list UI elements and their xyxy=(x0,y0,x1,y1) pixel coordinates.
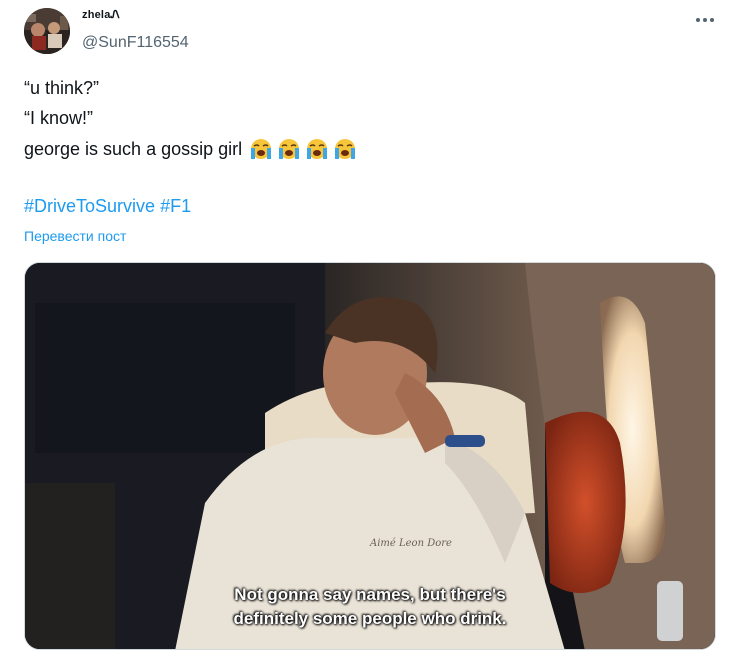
hashtag-link[interactable]: #DriveToSurvive xyxy=(24,196,155,216)
more-dot-icon xyxy=(710,18,714,22)
loudly-crying-face-icon xyxy=(251,139,272,159)
translate-post-link[interactable]: Перевести пост xyxy=(24,228,126,244)
shirt-logo: Aimé Leon Dore xyxy=(369,538,452,549)
tweet-text: george is such a gossip girl xyxy=(24,138,243,159)
emoji-row xyxy=(248,138,358,160)
video-media[interactable]: Aimé Leon Dore Not gonna say names, but … xyxy=(24,262,716,650)
avatar[interactable] xyxy=(24,8,70,54)
hashtag-link[interactable]: #F1 xyxy=(160,196,191,216)
loudly-crying-face-icon xyxy=(307,139,328,159)
loudly-crying-face-icon xyxy=(279,139,300,159)
more-dot-icon xyxy=(696,18,700,22)
tweet-text-line: “u think?” xyxy=(24,78,100,98)
tweet-text-line: george is such a gossip girl xyxy=(24,138,358,160)
tweet-card: zhelaᏁ @SunF116554 “u think?” “I know!” … xyxy=(0,0,730,660)
tweet-text-line: “I know!” xyxy=(24,108,94,128)
hashtags: #DriveToSurvive #F1 xyxy=(24,196,191,217)
more-dot-icon xyxy=(703,18,707,22)
loudly-crying-face-icon xyxy=(335,139,356,159)
video-subtitle-line: Not gonna say names, but there's xyxy=(234,585,506,604)
more-options-button[interactable] xyxy=(690,8,720,32)
author-handle[interactable]: @SunF116554 xyxy=(82,34,189,52)
author-display-name[interactable]: zhelaᏁ xyxy=(82,9,120,22)
video-subtitle-line: definitely some people who drink. xyxy=(233,609,507,628)
